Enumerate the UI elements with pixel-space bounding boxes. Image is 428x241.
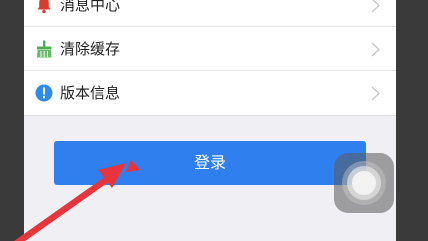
info-icon <box>35 84 53 102</box>
bell-icon <box>35 0 53 14</box>
settings-list: 消息中心 清除缓存 版本信息 <box>24 0 396 116</box>
broom-icon <box>35 40 53 58</box>
settings-item-clear-cache[interactable]: 清除缓存 <box>24 27 396 71</box>
settings-item-label: 版本信息 <box>60 84 121 102</box>
settings-item-message-center[interactable]: 消息中心 <box>24 0 396 27</box>
settings-item-version-info[interactable]: 版本信息 <box>24 71 396 116</box>
login-button[interactable]: 登录 <box>54 141 366 185</box>
chevron-right-icon <box>371 42 381 57</box>
chevron-right-icon <box>371 0 381 13</box>
assistive-touch-button[interactable] <box>334 153 394 213</box>
settings-item-label: 消息中心 <box>60 0 121 14</box>
assistive-touch-dot <box>352 171 376 195</box>
settings-item-label: 清除缓存 <box>60 40 121 58</box>
chevron-right-icon <box>371 86 381 101</box>
